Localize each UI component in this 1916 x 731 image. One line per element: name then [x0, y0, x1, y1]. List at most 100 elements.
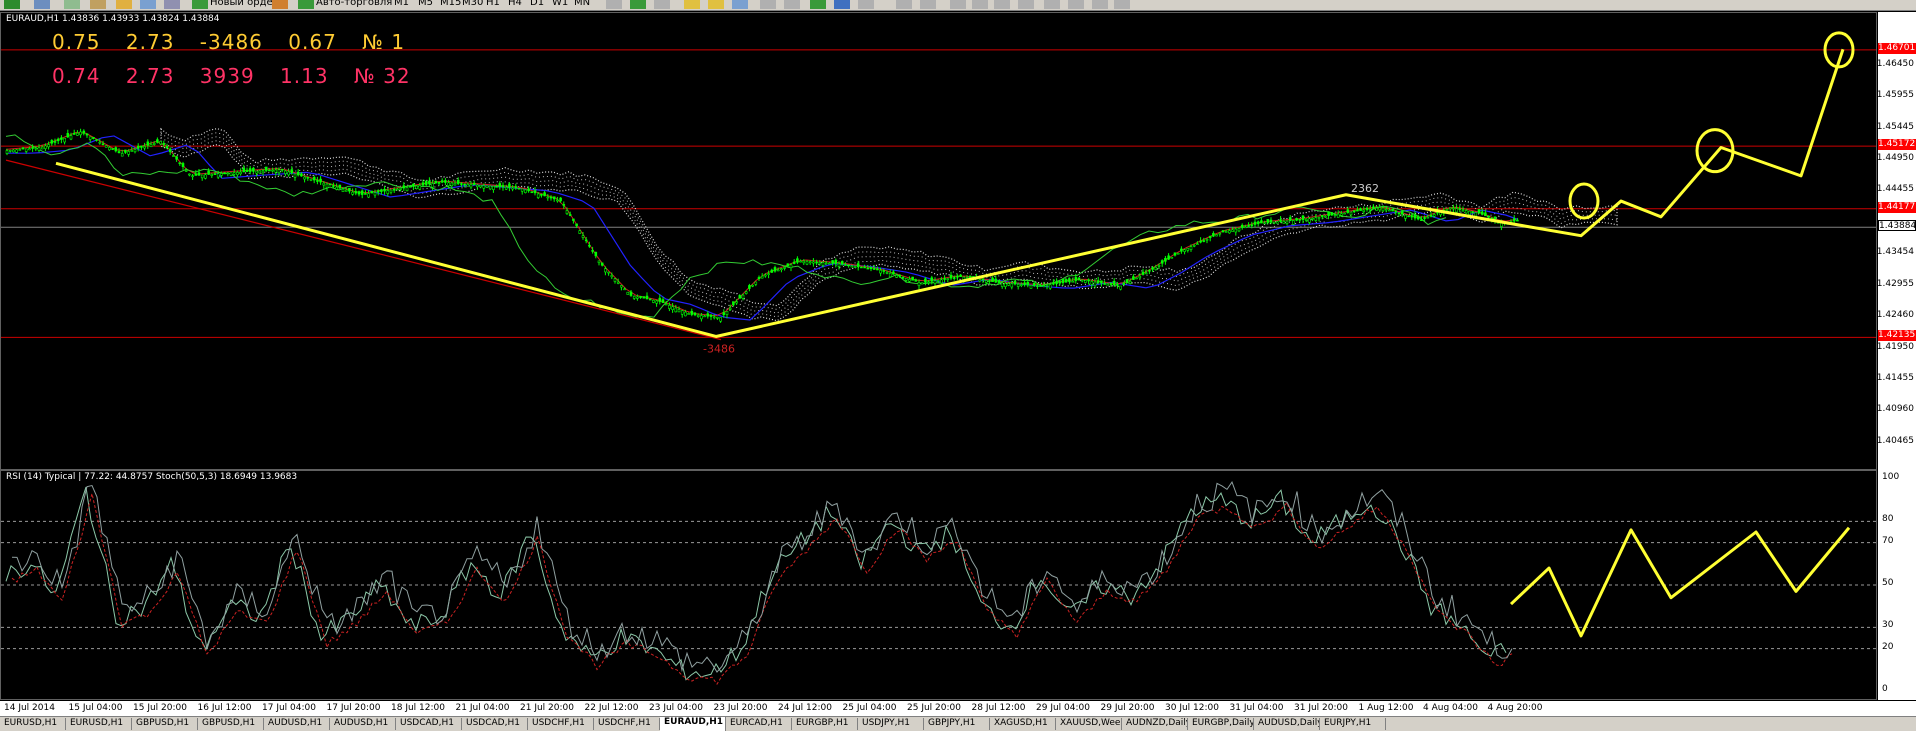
tf-w1[interactable]: W1: [552, 0, 568, 8]
chart-shift-icon[interactable]: [760, 0, 776, 9]
templates-icon[interactable]: [858, 0, 874, 9]
terminal-icon[interactable]: [140, 0, 156, 9]
candle-body: [335, 186, 338, 190]
auto-trading-icon[interactable]: [298, 0, 314, 9]
text-label-icon[interactable]: [1092, 0, 1108, 9]
candle-body: [984, 280, 988, 283]
candle-body: [933, 280, 937, 284]
tf-m30[interactable]: M30: [462, 0, 483, 8]
chart-tab-active[interactable]: EURAUD,H1: [660, 717, 726, 731]
candle-body: [104, 145, 108, 148]
candle-body: [517, 187, 521, 190]
chart-tab[interactable]: AUDNZD,Daily: [1122, 718, 1188, 730]
rsi-canvas[interactable]: [1, 471, 1876, 699]
candle-body: [44, 145, 47, 149]
chart-tab[interactable]: GBPUSD,H1: [198, 718, 264, 730]
candle-body: [472, 182, 476, 186]
chart-tab[interactable]: XAGUSD,H1: [990, 718, 1056, 730]
profiles-icon[interactable]: [34, 0, 50, 9]
candle-body: [136, 145, 140, 149]
price-scale[interactable]: 1.46450 1.45955 1.45445 1.44950 1.44455 1.434…: [1876, 12, 1916, 470]
time-label: 17 Jul 20:00: [326, 703, 381, 713]
candle-body: [1128, 280, 1132, 284]
time-label: 29 Jul 04:00: [1036, 703, 1090, 713]
chart-tab[interactable]: USDJPY,H1: [858, 718, 924, 730]
tf-m5[interactable]: M5: [418, 0, 433, 8]
candle-body: [303, 176, 306, 180]
candle-body: [1260, 220, 1263, 224]
tf-m15[interactable]: M15: [440, 0, 461, 8]
autoscroll-icon[interactable]: [784, 0, 800, 9]
chart-tab[interactable]: XAUUSD,Weekly: [1056, 718, 1122, 730]
tf-h4[interactable]: H4: [508, 0, 522, 8]
candle-body: [229, 172, 233, 176]
chart-tab[interactable]: USDCAD,H1: [462, 718, 528, 730]
chart-tab[interactable]: EURGBP,Daily: [1188, 718, 1254, 730]
navigator-icon[interactable]: [90, 0, 106, 9]
cursor-icon[interactable]: [896, 0, 912, 9]
candle-body: [1170, 256, 1174, 259]
bar-chart-icon[interactable]: [606, 0, 622, 9]
candle-body: [501, 185, 505, 188]
candle-body: [722, 312, 726, 316]
candle-body: [924, 278, 927, 283]
meta-editor-icon[interactable]: [272, 0, 288, 9]
chart-tab[interactable]: EURUSD,H1: [66, 718, 132, 730]
candle-body: [1250, 224, 1254, 227]
tf-mn[interactable]: MN: [574, 0, 590, 8]
chart-tab[interactable]: GBPUSD,H1: [132, 718, 198, 730]
fibonacci-icon[interactable]: [1044, 0, 1060, 9]
time-label: 29 Jul 20:00: [1100, 703, 1155, 713]
chart-tab[interactable]: EURJPY,H1: [1320, 718, 1386, 730]
candle-body: [389, 189, 393, 193]
candle-body: [1484, 212, 1487, 217]
trendline-icon[interactable]: [994, 0, 1010, 9]
chart-tab[interactable]: AUDUSD,H1: [330, 718, 396, 730]
tf-d1[interactable]: D1: [530, 0, 544, 8]
rsi-panel[interactable]: [0, 470, 1877, 700]
favorites-icon[interactable]: [116, 0, 132, 9]
price-tick: 1.45445: [1876, 121, 1914, 132]
candle-body: [130, 150, 134, 152]
candle-body: [610, 275, 614, 278]
indicators-icon[interactable]: [810, 0, 826, 9]
candle-body: [783, 267, 786, 269]
candle-body: [930, 277, 934, 282]
chart-tab[interactable]: USDCHF,H1: [528, 718, 594, 730]
vertical-line-icon[interactable]: [950, 0, 966, 9]
horizontal-line-icon[interactable]: [972, 0, 988, 9]
new-chart-icon[interactable]: [4, 0, 20, 9]
tile-windows-icon[interactable]: [732, 0, 748, 9]
strategy-tester-icon[interactable]: [164, 0, 180, 9]
chart-tab[interactable]: USDCAD,H1: [396, 718, 462, 730]
candle-chart-icon[interactable]: [630, 0, 646, 9]
rsi-scale[interactable]: 100 80 70 50 30 20 0: [1878, 470, 1916, 700]
zoom-in-icon[interactable]: [684, 0, 700, 9]
chart-tab[interactable]: EURGBP,H1: [792, 718, 858, 730]
candle-body: [1157, 265, 1161, 267]
arrows-icon[interactable]: [1114, 0, 1130, 9]
candle-body: [655, 300, 658, 304]
candle-body: [92, 137, 95, 139]
periods-icon[interactable]: [834, 0, 850, 9]
auto-trading-button[interactable]: Авто-торговля: [316, 0, 392, 8]
chart-tab[interactable]: AUDUSD,Daily: [1254, 718, 1320, 730]
new-order-button[interactable]: Новый ордер: [210, 0, 279, 8]
new-order-icon[interactable]: [192, 0, 208, 9]
text-tool-icon[interactable]: [1068, 0, 1084, 9]
candle-body: [1477, 209, 1481, 214]
crosshair-icon[interactable]: [920, 0, 936, 9]
equidistant-channel-icon[interactable]: [1018, 0, 1034, 9]
tf-m1[interactable]: M1: [394, 0, 409, 8]
candle-body: [252, 167, 255, 172]
tf-h1[interactable]: H1: [486, 0, 500, 8]
candle-body: [447, 182, 450, 187]
chart-tab[interactable]: USDCHF,H1: [594, 718, 660, 730]
chart-tab[interactable]: AUDUSD,H1: [264, 718, 330, 730]
chart-tab[interactable]: EURCAD,H1: [726, 718, 792, 730]
zoom-out-icon[interactable]: [708, 0, 724, 9]
chart-tab[interactable]: EURUSD,H1: [0, 718, 66, 730]
line-chart-icon[interactable]: [654, 0, 670, 9]
market-watch-icon[interactable]: [64, 0, 80, 9]
chart-tab[interactable]: GBPJPY,H1: [924, 718, 990, 730]
